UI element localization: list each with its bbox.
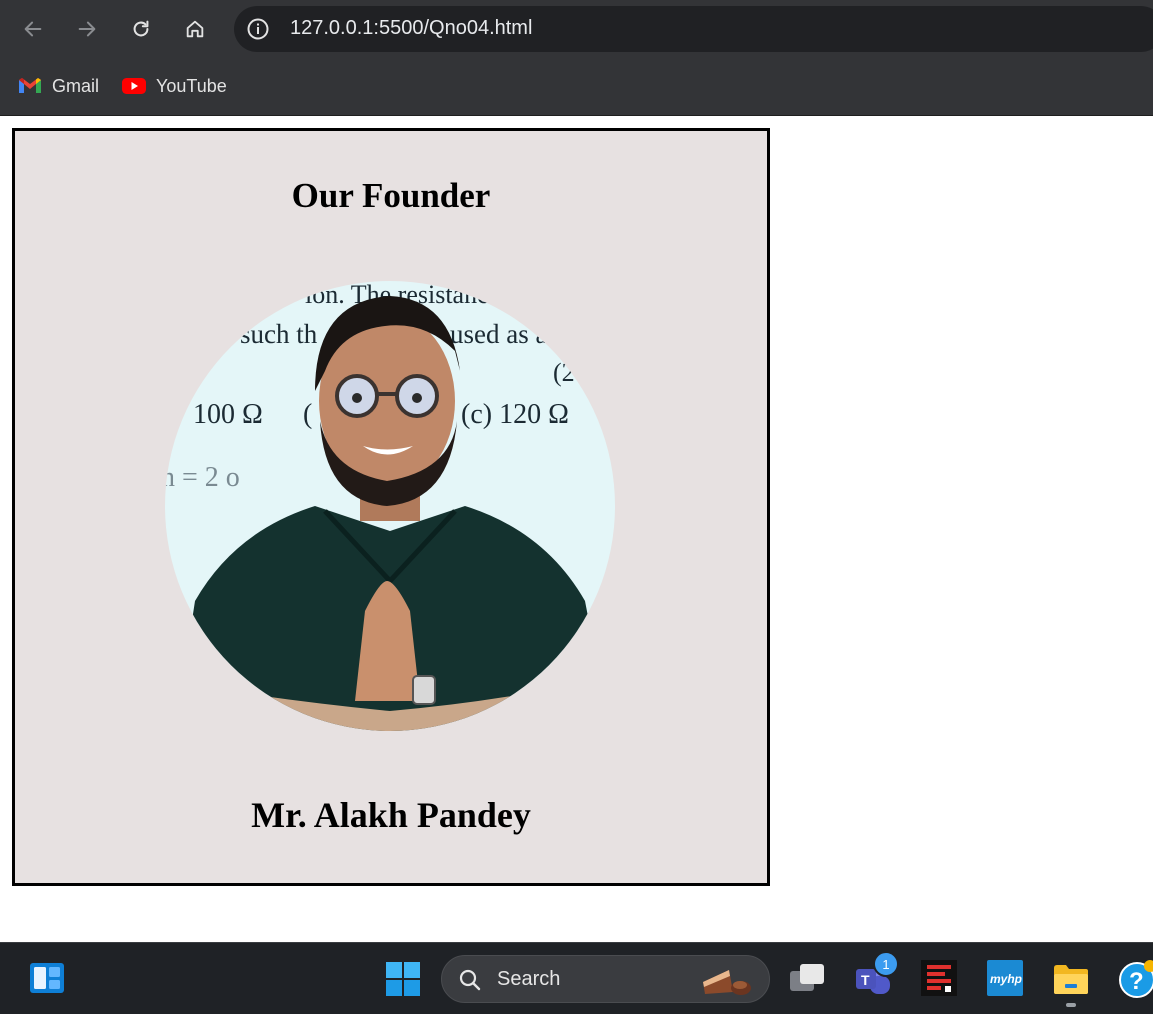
widgets-icon bbox=[30, 963, 64, 993]
bookmark-label: YouTube bbox=[156, 75, 227, 96]
card-heading: Our Founder bbox=[291, 176, 491, 215]
board-text: (2 bbox=[553, 358, 575, 387]
forward-button[interactable] bbox=[70, 12, 104, 46]
youtube-icon bbox=[122, 78, 146, 94]
task-view-button[interactable] bbox=[787, 959, 827, 997]
founder-name: Mr. Alakh Pandey bbox=[251, 795, 531, 835]
founder-card: Our Founder ion. The resistance such th … bbox=[12, 128, 770, 886]
reload-icon bbox=[133, 20, 149, 37]
url-text[interactable]: 127.0.0.1:5500/Qno04.html bbox=[290, 17, 532, 40]
board-text: ( bbox=[303, 399, 312, 430]
founder-photo: ion. The resistance such th used as a (2… bbox=[165, 281, 615, 731]
myhp-icon: myhp bbox=[987, 960, 1023, 996]
svg-text:?: ? bbox=[1129, 968, 1144, 995]
file-explorer-icon bbox=[1054, 965, 1088, 994]
teams-button[interactable]: T 1 bbox=[853, 951, 899, 999]
board-text: (c) 120 Ω bbox=[461, 399, 569, 430]
home-button[interactable] bbox=[178, 12, 212, 46]
search-label: Search bbox=[497, 968, 561, 990]
bookmark-youtube[interactable]: YouTube bbox=[122, 72, 227, 100]
active-app-indicator bbox=[1066, 1003, 1076, 1007]
back-button[interactable] bbox=[16, 12, 50, 46]
board-text: n = 2 o bbox=[165, 462, 240, 493]
home-icon bbox=[186, 20, 204, 38]
bookmark-gmail[interactable]: Gmail bbox=[18, 72, 99, 100]
reload-button[interactable] bbox=[124, 12, 158, 46]
forward-arrow-icon bbox=[78, 21, 96, 37]
widgets-button[interactable] bbox=[28, 961, 66, 995]
taskbar: Search T 1 myhp ? bbox=[0, 942, 1153, 1014]
browser-toolbar: 127.0.0.1:5500/Qno04.html bbox=[0, 0, 1153, 58]
bookmark-label: Gmail bbox=[52, 75, 100, 96]
address-bar[interactable]: 127.0.0.1:5500/Qno04.html bbox=[234, 6, 1153, 52]
myhp-text: myhp bbox=[990, 972, 1022, 986]
site-info-icon[interactable] bbox=[246, 17, 270, 41]
board-text: 100 Ω bbox=[193, 399, 263, 430]
app-button[interactable] bbox=[920, 959, 958, 997]
help-button[interactable]: ? bbox=[1116, 959, 1153, 999]
back-arrow-icon bbox=[24, 21, 42, 37]
board-text: such th bbox=[240, 319, 318, 349]
search-icon bbox=[459, 969, 481, 991]
myhp-button[interactable]: myhp bbox=[986, 959, 1024, 997]
help-icon: ? bbox=[1119, 960, 1153, 998]
svg-text:T: T bbox=[861, 972, 870, 988]
start-button[interactable] bbox=[384, 961, 422, 997]
notification-badge: 1 bbox=[873, 951, 899, 977]
gmail-icon bbox=[19, 78, 41, 93]
board-text: used as a bbox=[450, 319, 547, 349]
app-icon bbox=[921, 960, 957, 996]
cake-icon bbox=[703, 970, 751, 995]
file-explorer-button[interactable] bbox=[1051, 959, 1091, 999]
windows-start-icon bbox=[386, 962, 420, 996]
bookmarks-bar: Gmail YouTube bbox=[0, 58, 1153, 116]
task-view-icon bbox=[790, 964, 824, 991]
taskbar-search[interactable]: Search bbox=[441, 955, 770, 1003]
